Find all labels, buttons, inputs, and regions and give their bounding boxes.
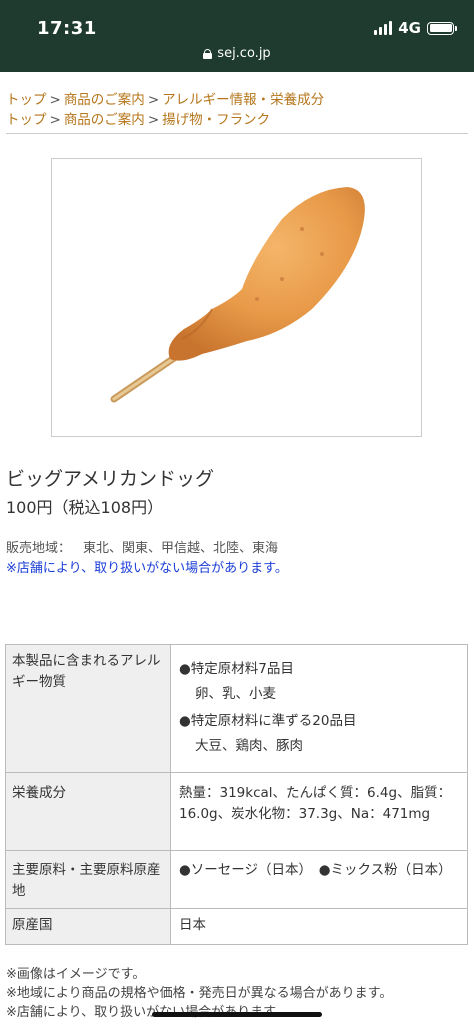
home-indicator[interactable]	[152, 1012, 322, 1017]
table-row-ingredients: 主要原料・主要原料原産地 ●ソーセージ（日本） ●ミックス粉（日本）	[5, 850, 468, 909]
status-time: 17:31	[37, 18, 97, 39]
status-bar: 17:31 4G sej.co.jp	[0, 0, 474, 72]
breadcrumb-link-products[interactable]: 商品のご案内	[64, 112, 145, 128]
note-image: ※画像はイメージです。	[6, 967, 146, 982]
breadcrumb-separator: >	[49, 112, 61, 128]
allergen-cell: ●特定原材料7品目 卵、乳、小麦 ●特定原材料に準ずる20品目 大豆、鶏肉、豚肉	[170, 644, 468, 773]
product-price: 100円（税込108円）	[6, 498, 164, 517]
breadcrumb-link-top[interactable]: トップ	[6, 92, 47, 108]
nutrition-value: 熱量：319kcal、たんぱく質：6.4g、脂質：16.0g、炭水化物：37.3…	[170, 772, 468, 851]
status-indicators: 4G	[374, 19, 457, 37]
sales-area-regions: 東北、関東、甲信越、北陸、東海	[83, 541, 279, 556]
ingredients-value: ●ソーセージ（日本） ●ミックス粉（日本）	[170, 850, 468, 909]
allergen-header: 本製品に含まれるアレルギー物質	[5, 644, 171, 773]
breadcrumb-separator: >	[147, 92, 160, 108]
cellular-signal-icon	[374, 21, 393, 35]
breadcrumb-category: トップ > 商品のご案内 > 揚げ物・フランク	[6, 108, 270, 128]
note-region: ※地域により商品の規格や価格・発売日が異なる場合があります。	[6, 986, 393, 1001]
product-info-table: 本製品に含まれるアレルギー物質 ●特定原材料7品目 卵、乳、小麦 ●特定原材料に…	[5, 644, 468, 945]
lock-icon	[203, 48, 213, 59]
nutrition-header: 栄養成分	[5, 772, 171, 851]
allergen-specified-title: ●特定原材料7品目	[179, 661, 294, 677]
allergen-equivalent-items: 大豆、鶏肉、豚肉	[195, 738, 303, 754]
network-type-label: 4G	[398, 19, 421, 37]
allergen-specified-items: 卵、乳、小麦	[195, 686, 276, 702]
allergen-equivalent-title: ●特定原材料に準ずる20品目	[179, 713, 357, 729]
sales-area-label: 販売地域：	[6, 541, 72, 556]
product-name: ビッグアメリカンドッグ	[6, 468, 215, 490]
origin-header: 原産国	[5, 908, 171, 945]
battery-icon	[427, 21, 457, 35]
breadcrumb-allergy: トップ > 商品のご案内 > アレルギー情報・栄養成分	[6, 88, 324, 108]
breadcrumb-link-allergy-info[interactable]: アレルギー情報・栄養成分	[162, 92, 324, 108]
ingredients-header: 主要原料・主要原料原産地	[5, 850, 171, 909]
table-row-nutrition: 栄養成分 熱量：319kcal、たんぱく質：6.4g、脂質：16.0g、炭水化物…	[5, 772, 468, 851]
breadcrumb-separator: >	[147, 112, 160, 128]
table-row-origin: 原産国 日本	[5, 908, 468, 945]
table-row-allergen: 本製品に含まれるアレルギー物質 ●特定原材料7品目 卵、乳、小麦 ●特定原材料に…	[5, 644, 468, 773]
url-bar[interactable]: sej.co.jp	[0, 46, 474, 61]
sales-area: 販売地域： 東北、関東、甲信越、北陸、東海	[6, 537, 278, 556]
sales-note: ※店舗により、取り扱いがない場合があります。	[6, 561, 288, 576]
breadcrumb-link-top[interactable]: トップ	[6, 112, 47, 128]
product-image	[51, 158, 422, 437]
breadcrumb-divider	[6, 133, 468, 134]
breadcrumb-separator: >	[49, 92, 61, 108]
breadcrumb-link-fried-foods[interactable]: 揚げ物・フランク	[162, 112, 270, 128]
corn-dog-image	[110, 187, 365, 403]
url-text: sej.co.jp	[217, 46, 271, 61]
origin-value: 日本	[170, 908, 468, 945]
breadcrumb-link-products[interactable]: 商品のご案内	[64, 92, 145, 108]
